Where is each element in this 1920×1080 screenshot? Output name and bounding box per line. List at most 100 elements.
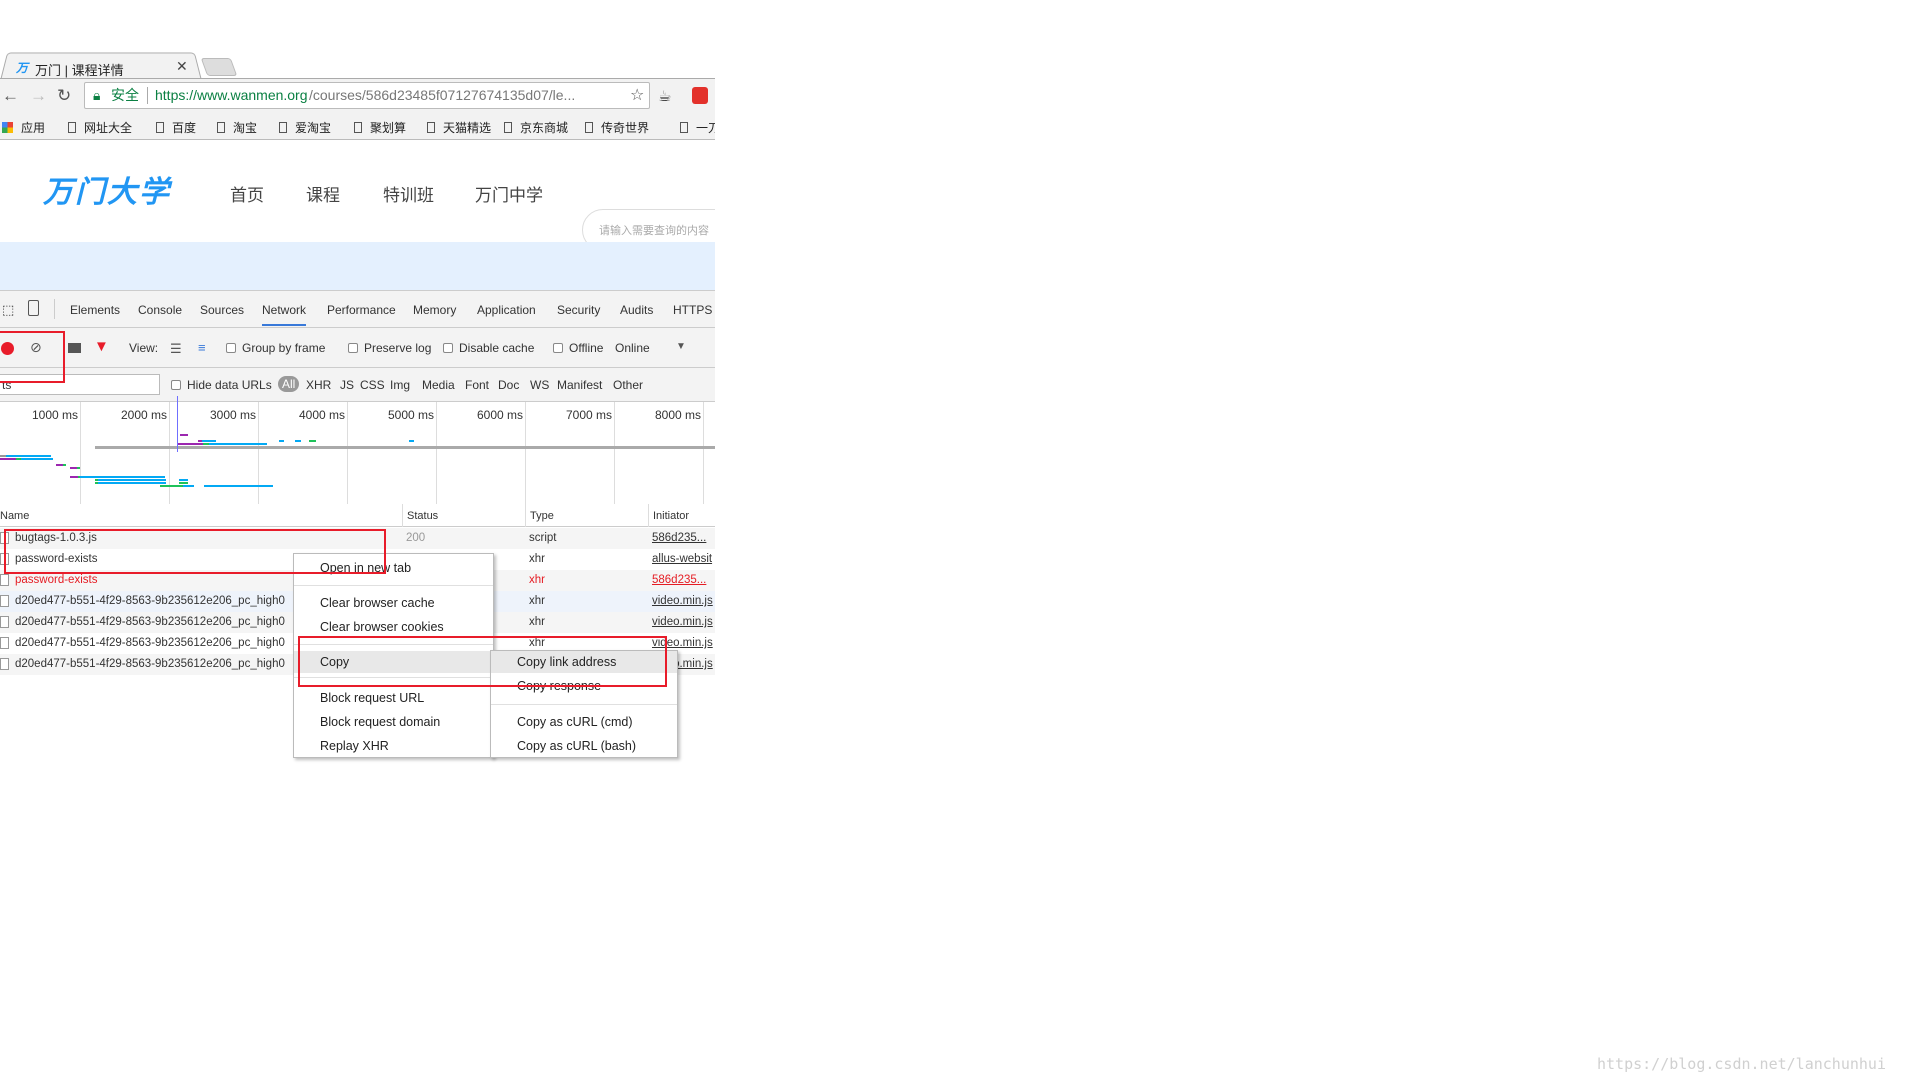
- submenu-item-copy-as-curl-cmd-[interactable]: Copy as cURL (cmd): [491, 711, 677, 733]
- column-header-initiator[interactable]: Initiator: [648, 504, 693, 527]
- banner: [0, 242, 715, 292]
- star-icon[interactable]: ☆: [630, 83, 644, 108]
- request-type: xhr: [529, 574, 545, 586]
- tab-security[interactable]: Security: [557, 303, 600, 317]
- tab-https-e[interactable]: HTTPS E: [673, 303, 715, 317]
- bookmark-item[interactable]: 网址大全: [68, 119, 132, 136]
- new-tab-button[interactable]: [200, 58, 238, 76]
- filter-type-xhr[interactable]: XHR: [306, 378, 331, 392]
- timeline-gridline: [703, 402, 704, 514]
- submenu-item-copy-as-curl-bash-[interactable]: Copy as cURL (bash): [491, 735, 677, 757]
- hide-data-urls-checkbox[interactable]: Hide data URLs: [171, 378, 272, 392]
- bookmark-item[interactable]: 传奇世界: [585, 119, 649, 136]
- menu-item-clear-browser-cache[interactable]: Clear browser cache: [294, 592, 493, 614]
- tab-audits[interactable]: Audits: [620, 303, 653, 317]
- tab-network[interactable]: Network: [262, 303, 307, 326]
- tab-elements[interactable]: Elements: [70, 303, 120, 317]
- bookmark-item[interactable]: 应用: [2, 119, 45, 136]
- bookmark-label: 淘宝: [233, 121, 258, 135]
- inspect-icon[interactable]: ⬚: [2, 302, 14, 318]
- bookmark-label: 百度: [172, 121, 197, 135]
- filter-type-manifest[interactable]: Manifest: [557, 378, 602, 392]
- page-icon: [354, 122, 362, 133]
- offline-checkbox[interactable]: Offline: [553, 341, 603, 355]
- screenshot-camera-icon[interactable]: [68, 343, 81, 353]
- filter-type-other[interactable]: Other: [613, 378, 643, 392]
- nav-middle-school[interactable]: 万门中学: [475, 181, 543, 206]
- back-icon[interactable]: ←: [2, 86, 19, 106]
- chevron-down-icon[interactable]: ▼: [676, 341, 686, 352]
- request-name[interactable]: d20ed477-b551-4f29-8563-9b235612e206_pc_…: [15, 658, 285, 670]
- tab-performance[interactable]: Performance: [327, 303, 396, 317]
- request-initiator[interactable]: 586d235...: [652, 532, 706, 544]
- tab-console[interactable]: Console: [138, 303, 182, 317]
- filter-icon[interactable]: ▼: [94, 338, 109, 355]
- tab-application[interactable]: Application: [477, 303, 536, 317]
- waterfall-view-icon[interactable]: ≡: [198, 340, 206, 355]
- column-header-name[interactable]: Name: [0, 504, 33, 527]
- bookmark-item[interactable]: 百度: [156, 119, 196, 136]
- column-header-status[interactable]: Status: [402, 504, 442, 527]
- timeline-tick: 2000 ms: [120, 408, 167, 422]
- waterfall-bar: [183, 485, 194, 487]
- menu-item-clear-browser-cookies[interactable]: Clear browser cookies: [294, 616, 493, 638]
- forward-icon[interactable]: →: [30, 86, 47, 106]
- site-logo[interactable]: 万门大学: [43, 167, 171, 211]
- group-by-frame-checkbox[interactable]: Group by frame: [226, 341, 325, 355]
- filter-type-media[interactable]: Media: [422, 378, 455, 392]
- waterfall-bar: [295, 440, 301, 442]
- request-name[interactable]: password-exists: [15, 574, 97, 586]
- throttle-select[interactable]: Online: [615, 341, 650, 355]
- bookmark-label: 应用: [21, 121, 46, 135]
- filter-type-ws[interactable]: WS: [530, 378, 549, 392]
- menu-item-block-request-url[interactable]: Block request URL: [294, 687, 493, 709]
- extension-red-icon[interactable]: [692, 87, 708, 104]
- waterfall-bar: [80, 476, 165, 478]
- waterfall-bar: [21, 458, 53, 460]
- nav-courses[interactable]: 课程: [306, 181, 340, 206]
- bookmark-item[interactable]: 一刀: [680, 119, 715, 136]
- file-icon: [0, 595, 9, 607]
- filter-type-font[interactable]: Font: [465, 378, 489, 392]
- preserve-log-checkbox[interactable]: Preserve log: [348, 341, 431, 355]
- divider: [54, 299, 55, 319]
- request-name[interactable]: d20ed477-b551-4f29-8563-9b235612e206_pc_…: [15, 616, 285, 628]
- request-initiator[interactable]: video.min.js: [652, 616, 713, 628]
- nav-home[interactable]: 首页: [230, 181, 264, 206]
- request-initiator[interactable]: 586d235...: [652, 574, 706, 586]
- timeline-tick: 5000 ms: [387, 408, 434, 422]
- bookmark-item[interactable]: 淘宝: [217, 119, 257, 136]
- disable-cache-checkbox[interactable]: Disable cache: [443, 341, 534, 355]
- bookmark-item[interactable]: 天猫精选: [427, 119, 491, 136]
- tab-memory[interactable]: Memory: [413, 303, 456, 317]
- request-initiator[interactable]: video.min.js: [652, 595, 713, 607]
- waterfall-bar: [70, 467, 77, 469]
- tab-strip: 万 万门 | 课程详情 ✕: [0, 48, 715, 79]
- address-bar[interactable]: 🔒︎ 安全 https://www.wanmen.org /courses/58…: [84, 82, 650, 109]
- menu-item-replay-xhr[interactable]: Replay XHR: [294, 735, 493, 757]
- extension-icon[interactable]: ☕︎: [658, 87, 671, 105]
- bookmark-item[interactable]: 爱淘宝: [279, 119, 331, 136]
- waterfall-bar: [180, 434, 188, 436]
- nav-training[interactable]: 特训班: [383, 181, 434, 206]
- filter-type-css[interactable]: CSS: [360, 378, 385, 392]
- filter-type-all[interactable]: All: [278, 376, 300, 392]
- column-header-type[interactable]: Type: [525, 504, 558, 527]
- filter-type-doc[interactable]: Doc: [498, 378, 519, 392]
- bookmark-item[interactable]: 聚划算: [354, 119, 406, 136]
- tab-sources[interactable]: Sources: [200, 303, 244, 317]
- bookmarks-bar: 应用 网址大全 百度 淘宝 爱淘宝 聚划算 天猫精选 京东商城 传奇世界 一刀: [0, 113, 715, 140]
- waterfall-bar: [202, 440, 216, 442]
- request-name[interactable]: d20ed477-b551-4f29-8563-9b235612e206_pc_…: [15, 637, 285, 649]
- reload-icon[interactable]: ↻: [57, 86, 71, 106]
- menu-item-block-request-domain[interactable]: Block request domain: [294, 711, 493, 733]
- bookmark-item[interactable]: 京东商城: [504, 119, 568, 136]
- list-view-icon[interactable]: ☰: [170, 341, 182, 357]
- page-icon: [68, 122, 76, 133]
- device-toolbar-icon[interactable]: [28, 300, 39, 316]
- filter-type-js[interactable]: JS: [340, 378, 354, 392]
- request-name[interactable]: d20ed477-b551-4f29-8563-9b235612e206_pc_…: [15, 595, 285, 607]
- close-tab-icon[interactable]: ✕: [176, 58, 188, 75]
- request-initiator[interactable]: allus-websit: [652, 553, 712, 565]
- filter-type-img[interactable]: Img: [390, 378, 410, 392]
